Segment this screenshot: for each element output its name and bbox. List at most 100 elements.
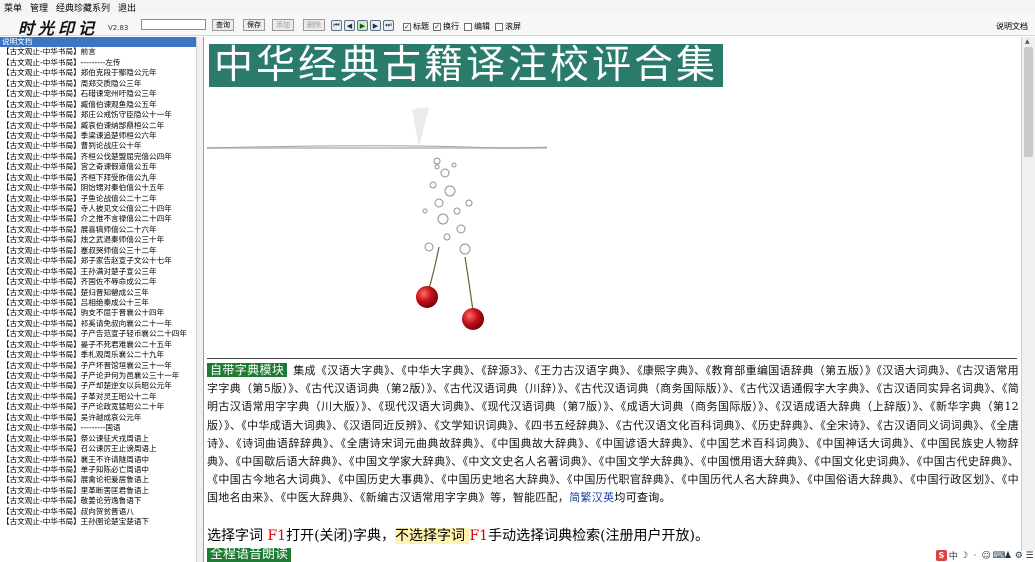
sidebar-item[interactable]: 【古文观止-中华书局】周郑交质隐公三年: [0, 79, 203, 89]
sidebar-item[interactable]: 【古文观止-中华书局】吕相绝秦成公十三年: [0, 298, 203, 308]
ime-keyboard-icon[interactable]: ⌨: [992, 551, 1005, 561]
ime-chinese-icon[interactable]: 中: [949, 549, 958, 562]
sidebar-item[interactable]: 【古文观止-中华书局】子产论政宽猛昭公二十年: [0, 402, 203, 412]
f1-key: F1: [267, 528, 287, 544]
sidebar-item[interactable]: 【古文观止-中华书局】介之推不言禄僖公二十四年: [0, 214, 203, 224]
content-scrollbar[interactable]: ▲: [1021, 37, 1035, 551]
save-button[interactable]: 保存: [243, 19, 265, 31]
ime-logo-icon[interactable]: S: [936, 550, 947, 561]
sidebar-item[interactable]: 【古文观止-中华书局】单子知陈必亡周语中: [0, 465, 203, 475]
dict-tail-text: 均可查询。: [614, 491, 671, 505]
sidebar-item[interactable]: 【古文观止-中华书局】楚归晋知罃成公三年: [0, 288, 203, 298]
f1-key: F1: [469, 528, 489, 544]
menu-bar: 菜单 管理 经典珍藏系列 退出: [0, 0, 1035, 14]
f1-hint: 选择字词 F1打开(关闭)字典，不选择字词 F1手动选择词典检索(注册用户开放)…: [207, 528, 710, 544]
sidebar-item[interactable]: 【古文观止-中华书局】子革对灵王昭公十二年: [0, 392, 203, 402]
sidebar-item[interactable]: 【古文观止-中华书局】子产却楚逆女以兵昭公元年: [0, 381, 203, 391]
sidebar-item[interactable]: 【古文观止-中华书局】襄王不许请隧周语中: [0, 455, 203, 465]
scroll-thumb[interactable]: [1024, 47, 1033, 157]
ime-moon-icon[interactable]: ☽: [960, 551, 969, 561]
sidebar-item[interactable]: 【古文观止-中华书局】季札观周乐襄公二十九年: [0, 350, 203, 360]
sidebar-item[interactable]: 【古文观止-中华书局】郑子家告赵宣子文公十七年: [0, 256, 203, 266]
sidebar-item[interactable]: 【古文观止-中华书局】祭公谏征犬戎周语上: [0, 434, 203, 444]
menu-item-classics[interactable]: 经典珍藏系列: [56, 1, 110, 14]
sidebar-item[interactable]: 【古文观止-中华书局】前言: [0, 47, 203, 57]
sidebar-item[interactable]: 【古文观止-中华书局】臧哀伯谏纳郜鼎桓公二年: [0, 121, 203, 131]
sidebar-item[interactable]: 【古文观止-中华书局】寺人披见文公僖公二十四年: [0, 204, 203, 214]
ime-skin-icon[interactable]: ♟: [1003, 551, 1012, 561]
wrap-checkbox[interactable]: ✓ 换行: [433, 21, 459, 32]
banner-title: 中华经典古籍译注校评合集: [209, 44, 724, 87]
sidebar-item[interactable]: 【古文观止-中华书局】王孙圉论楚宝楚语下: [0, 517, 203, 527]
play-icon[interactable]: ▶: [357, 20, 368, 31]
app-logo: 时光印记: [18, 19, 99, 38]
menu-item-manage[interactable]: 管理: [30, 1, 48, 14]
prev-icon[interactable]: ◀: [344, 20, 355, 31]
first-icon[interactable]: ⏮: [331, 20, 342, 31]
sidebar-scrollbar[interactable]: [196, 37, 203, 562]
app-version: V2.83: [108, 24, 129, 32]
sidebar-item[interactable]: 【古文观止-中华书局】石碏谏宠州吁隐公三年: [0, 89, 203, 99]
dict-lang-link[interactable]: 简繁汉英: [569, 491, 614, 504]
delete-button[interactable]: 删除: [303, 19, 325, 31]
next-icon[interactable]: ▶: [370, 20, 381, 31]
sidebar-item[interactable]: 【古文观止-中华书局】宫之奇谏假道僖公五年: [0, 162, 203, 172]
sidebar-item[interactable]: 【古文观止-中华书局】子产告范宣子轻币襄公二十四年: [0, 329, 203, 339]
sidebar-item[interactable]: 【古文观止-中华书局】齐桓下拜受胙僖公九年: [0, 173, 203, 183]
ime-smile-icon[interactable]: ☺: [981, 551, 990, 561]
sidebar-item[interactable]: 【古文观止-中华书局】齐国佐不辱命成公二年: [0, 277, 203, 287]
ime-settings-icon[interactable]: ⚙: [1014, 551, 1023, 561]
sidebar-item[interactable]: 【古文观止-中华书局】展喜犒师僖公二十六年: [0, 225, 203, 235]
sidebar-item[interactable]: 【古文观止-中华书局】齐桓公伐楚盟屈完僖公四年: [0, 152, 203, 162]
sidebar-item[interactable]: 【古文观止-中华书局】子产坏晋馆垣襄公三十一年: [0, 361, 203, 371]
toolbar: 时光印记 V2.83 查询 保存 添加 删除 ⏮ ◀ ▶ ▶ ⏭ ✓ 标题 ✓ …: [0, 14, 1035, 38]
sidebar-item[interactable]: 【古文观止-中华书局】子鱼论战僖公二十二年: [0, 194, 203, 204]
scroll-checkbox[interactable]: 滚屏: [495, 21, 521, 32]
last-icon[interactable]: ⏭: [383, 20, 394, 31]
sidebar-item[interactable]: 【古文观止-中华书局】王孙满对楚子宣公三年: [0, 267, 203, 277]
menu-item-menu[interactable]: 菜单: [4, 1, 22, 14]
ime-menu-icon[interactable]: ☰: [1025, 551, 1034, 561]
scroll-up-icon[interactable]: ▲: [1025, 38, 1030, 45]
sidebar-item[interactable]: 【古文观止-中华书局】蹇叔哭师僖公三十二年: [0, 246, 203, 256]
edit-checkbox[interactable]: 编辑: [464, 21, 490, 32]
sidebar-item[interactable]: 【古文观止-中华书局】叔向贺贫晋语八: [0, 507, 203, 517]
sidebar-item[interactable]: 【古文观止-中华书局】曹刿论战庄公十年: [0, 141, 203, 151]
sidebar-item[interactable]: 【古文观止-中华书局】展禽论祀爰居鲁语上: [0, 475, 203, 485]
cherries-water-image: [207, 107, 548, 330]
sidebar-item[interactable]: 【古文观止-中华书局】烛之武退秦师僖公三十年: [0, 235, 203, 245]
sidebar-item[interactable]: 【古文观止-中华书局】召公谏厉王止谤周语上: [0, 444, 203, 454]
divider: [207, 358, 1017, 359]
search-input[interactable]: [141, 19, 206, 30]
dict-description: 自带字典模块 集成《汉语大字典》、《中华大字典》、《辞源3》、《王力古汉语字典》、…: [207, 361, 1019, 508]
title-checkbox[interactable]: ✓ 标题: [403, 21, 429, 32]
sidebar-item[interactable]: 【古文观止-中华书局】臧僖伯谏观鱼隐公五年: [0, 100, 203, 110]
sidebar-item[interactable]: 【古文观止-中华书局】---------国语: [0, 423, 203, 433]
menu-item-exit[interactable]: 退出: [118, 1, 136, 14]
sidebar-item[interactable]: 【古文观止-中华书局】阴饴甥对秦伯僖公十五年: [0, 183, 203, 193]
sidebar-item-selected[interactable]: 说明文档: [0, 37, 203, 48]
sidebar-item[interactable]: 【古文观止-中华书局】郑庄公戒饬守臣隐公十一年: [0, 110, 203, 120]
sidebar-item[interactable]: 【古文观止-中华书局】祁奚请免叔向襄公二十一年: [0, 319, 203, 329]
ime-toolbar: S 中 ☽ · ☺ ⌨ ♟ ⚙ ☰: [936, 549, 1034, 562]
content-pane: 中华经典古籍译注校评合集 自带字典模块 集成《汉语大字典》、《中华大字典》、《辞源…: [207, 37, 1020, 562]
add-button[interactable]: 添加: [272, 19, 294, 31]
sidebar-item[interactable]: 【古文观止-中华书局】敬姜论劳逸鲁语下: [0, 496, 203, 506]
query-button[interactable]: 查询: [212, 19, 234, 31]
sidebar-item[interactable]: 【古文观止-中华书局】吴许越成哀公元年: [0, 413, 203, 423]
help-docs-link[interactable]: 说明文档: [996, 21, 1028, 32]
dict-list-text: 集成《汉语大字典》、《中华大字典》、《辞源3》、《王力古汉语字典》、《康熙字典》…: [207, 364, 1019, 505]
sidebar-item[interactable]: 【古文观止-中华书局】郑伯克段于鄢隐公元年: [0, 68, 203, 78]
sidebar-item[interactable]: 【古文观止-中华书局】子产论尹何为邑襄公三十一年: [0, 371, 203, 381]
dict-module-tag: 自带字典模块: [207, 363, 288, 377]
sidebar-item[interactable]: 【古文观止-中华书局】季梁谏追楚师桓公六年: [0, 131, 203, 141]
sidebar-item[interactable]: 【古文观止-中华书局】---------左传: [0, 58, 203, 68]
sidebar-item[interactable]: 【古文观止-中华书局】晏子不死君难襄公二十五年: [0, 340, 203, 350]
check-icon: ✓: [403, 22, 411, 31]
sidebar-item[interactable]: 【古文观止-中华书局】驹支不屈于晋襄公十四年: [0, 308, 203, 318]
ime-punct-icon[interactable]: ·: [971, 551, 980, 561]
voice-reading-tag: 全程语音朗读: [207, 548, 292, 562]
sidebar-item[interactable]: 【古文观止-中华书局】里革断罟匡君鲁语上: [0, 486, 203, 496]
check-icon: ✓: [433, 22, 441, 31]
sidebar-list: 说明文档 【古文观止-中华书局】前言 【古文观止-中华书局】---------左传【…: [0, 37, 204, 562]
